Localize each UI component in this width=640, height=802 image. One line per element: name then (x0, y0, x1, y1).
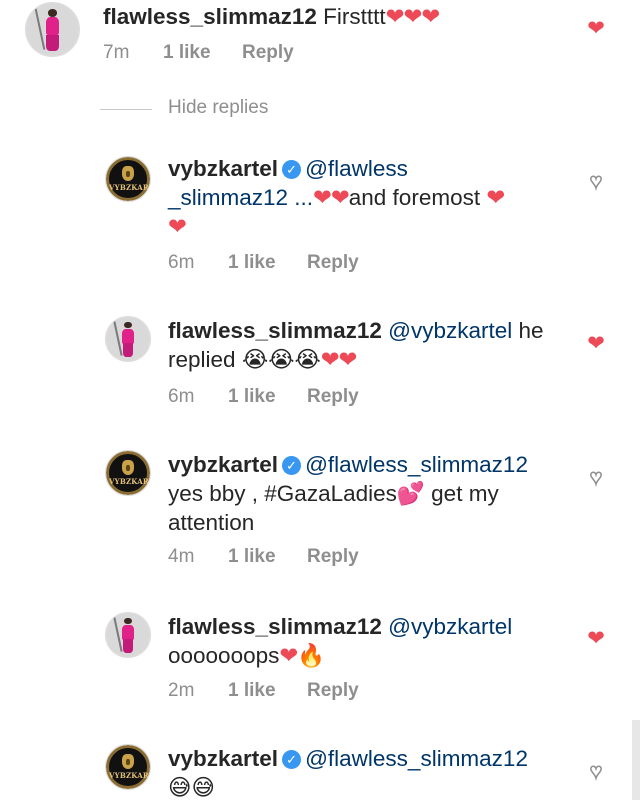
emoji: ❤❤ (313, 185, 350, 210)
avatar[interactable]: VYBZKARTEL (105, 156, 151, 202)
mention-link[interactable]: @flawless (305, 156, 408, 181)
comment-text: flawless_slimmaz12 Firstttt❤❤❤ (103, 2, 583, 31)
comment-body: he (518, 318, 544, 343)
avatar-picture: VYBZKARTEL (106, 745, 150, 789)
emoji: 😅😅 (168, 775, 215, 800)
username-link[interactable]: flawless_slimmaz12 (168, 318, 382, 343)
avatar-picture (26, 3, 79, 56)
scroll-edge (632, 720, 640, 800)
comment-text: vybzkartel ✓ @flawless_slimmaz12 yes bby ,… (168, 450, 588, 537)
timestamp: 4m (168, 546, 195, 567)
username-link[interactable]: vybzkartel (168, 156, 278, 181)
heart-outline-icon[interactable]: ♥ (585, 170, 607, 194)
username-link[interactable]: vybzkartel (168, 452, 278, 477)
reply-button[interactable]: Reply (242, 42, 294, 64)
mention-continuation[interactable]: _slimmaz12 ... (168, 185, 313, 210)
emoji: ❤ (279, 643, 298, 668)
likes-count[interactable]: 1 like (228, 252, 276, 274)
comment-body: yes bby , #GazaLadies (168, 481, 397, 506)
heart-outline-icon[interactable]: ♥ (585, 466, 607, 490)
comment-body: get my (431, 481, 499, 506)
comment-text: vybzkartel ✓ @flawless _slimmaz12 ...❤❤and… (168, 154, 588, 241)
avatar[interactable] (105, 316, 151, 362)
emoji: 🔥 (297, 643, 326, 668)
reply-button[interactable]: Reply (307, 386, 359, 408)
timestamp: 6m (168, 252, 195, 273)
reply-button[interactable]: Reply (307, 680, 359, 702)
reply-button[interactable]: Reply (307, 546, 359, 568)
comment-text: flawless_slimmaz12 @vybzkartel he replie… (168, 316, 588, 374)
likes-count[interactable]: 1 like (228, 386, 276, 408)
comment-body: Firstttt (323, 4, 386, 29)
avatar[interactable] (105, 612, 151, 658)
avatar[interactable]: VYBZKARTEL (105, 744, 151, 790)
comment-body: ooooooops (168, 643, 280, 668)
comment-body: attention (168, 510, 255, 535)
comment-text: vybzkartel ✓ @flawless_slimmaz12 😅😅 (168, 744, 588, 802)
reply-button[interactable]: Reply (307, 252, 359, 274)
verified-badge-icon: ✓ (282, 160, 302, 179)
heart-outline-icon[interactable]: ♥ (585, 760, 607, 784)
mention-link[interactable]: @flawless_slimmaz12 (305, 452, 528, 477)
likes-count[interactable]: 1 like (228, 546, 276, 568)
avatar-picture (106, 317, 150, 361)
comment-text: flawless_slimmaz12 @vybzkartel ooooooops… (168, 612, 588, 670)
emoji: ❤ (168, 214, 187, 239)
emoji: ❤❤❤ (385, 4, 441, 29)
verified-badge-icon: ✓ (282, 750, 302, 769)
hide-replies-label[interactable]: Hide replies (168, 97, 268, 119)
timestamp: 7m (103, 42, 130, 63)
avatar-picture: VYBZKARTEL (106, 451, 150, 495)
username-link[interactable]: vybzkartel (168, 746, 278, 771)
emoji: 💕 (396, 481, 425, 506)
verified-badge-icon: ✓ (282, 456, 302, 475)
comment-body: replied (168, 347, 236, 372)
heart-filled-icon[interactable]: ❤ (585, 333, 607, 355)
timestamp: 6m (168, 386, 195, 407)
emoji: ❤ (486, 185, 505, 210)
username-link[interactable]: flawless_slimmaz12 (103, 4, 317, 29)
heart-filled-icon[interactable]: ❤ (585, 628, 607, 650)
likes-count[interactable]: 1 like (228, 680, 276, 702)
avatar[interactable]: VYBZKARTEL (105, 450, 151, 496)
username-link[interactable]: flawless_slimmaz12 (168, 614, 382, 639)
heart-filled-icon[interactable]: ❤ (585, 18, 607, 40)
avatar-picture (106, 613, 150, 657)
comment-body: and foremost (348, 185, 481, 210)
mention-link[interactable]: @vybzkartel (388, 614, 512, 639)
divider-line (100, 109, 152, 110)
avatar[interactable] (25, 2, 80, 57)
avatar-picture: VYBZKARTEL (106, 157, 150, 201)
mention-link[interactable]: @vybzkartel (388, 318, 512, 343)
mention-link[interactable]: @flawless_slimmaz12 (305, 746, 528, 771)
emoji: 😭😭😭 (241, 347, 321, 372)
emoji: ❤❤ (320, 347, 358, 372)
likes-count[interactable]: 1 like (163, 42, 211, 64)
timestamp: 2m (168, 680, 195, 701)
